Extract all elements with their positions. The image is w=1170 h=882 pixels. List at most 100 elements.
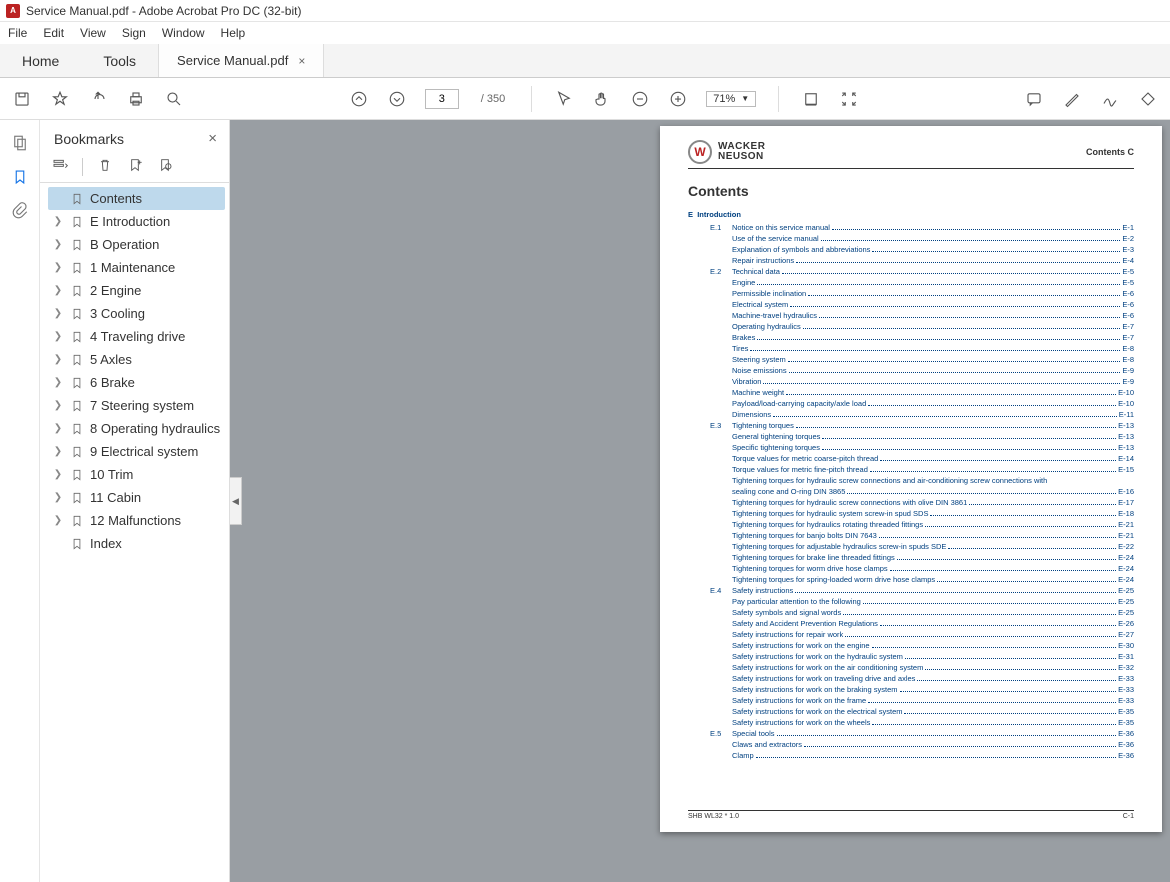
bookmark-item[interactable]: Index (48, 532, 225, 555)
sign-icon[interactable] (1100, 89, 1120, 109)
toc-row: Permissible inclinationE-6 (688, 288, 1134, 299)
bookmark-ribbon-icon (70, 238, 84, 252)
toc-row: Tightening torques for worm drive hose c… (688, 563, 1134, 574)
toc-row: E.2Technical dataE-5 (688, 266, 1134, 277)
highlight-icon[interactable] (1062, 89, 1082, 109)
bookmark-item[interactable]: ❯5 Axles (48, 348, 225, 371)
toc-row: Specific tightening torquesE-13 (688, 442, 1134, 453)
toc-row: Safety instructions for repair workE-27 (688, 629, 1134, 640)
delete-bookmark-icon[interactable] (97, 157, 113, 176)
toc-row: Noise emissionsE-9 (688, 365, 1134, 376)
page-title: Contents (688, 183, 1134, 199)
bookmark-label: 1 Maintenance (90, 260, 175, 275)
bookmark-item[interactable]: ❯6 Brake (48, 371, 225, 394)
toc-row: General tightening torquesE-13 (688, 431, 1134, 442)
share-icon[interactable] (88, 89, 108, 109)
bookmark-item[interactable]: ❯11 Cabin (48, 486, 225, 509)
bookmark-item[interactable]: ❯E Introduction (48, 210, 225, 233)
tab-document[interactable]: Service Manual.pdf × (158, 44, 324, 77)
toc-row: ClampE-36 (688, 750, 1134, 761)
options-icon[interactable] (52, 157, 68, 176)
toc-row: Use of the service manualE-2 (688, 233, 1134, 244)
toc-body: E Introduction E.1Notice on this service… (688, 209, 1134, 810)
menu-view[interactable]: View (80, 26, 106, 40)
fit-width-icon[interactable] (801, 89, 821, 109)
zoom-in-icon[interactable] (668, 89, 688, 109)
app-icon: A (6, 4, 20, 18)
bookmark-item[interactable]: ❯8 Operating hydraulics (48, 417, 225, 440)
toc-row: VibrationE-9 (688, 376, 1134, 387)
bookmark-label: Index (90, 536, 122, 551)
bookmark-item[interactable]: ❯1 Maintenance (48, 256, 225, 279)
bookmark-ribbon-icon (70, 514, 84, 528)
find-bookmark-icon[interactable] (157, 157, 173, 176)
menu-edit[interactable]: Edit (43, 26, 64, 40)
toc-row: Safety instructions for work on the fram… (688, 695, 1134, 706)
bookmark-ribbon-icon (70, 491, 84, 505)
menu-sign[interactable]: Sign (122, 26, 146, 40)
bookmark-item[interactable]: ❯3 Cooling (48, 302, 225, 325)
bookmark-item[interactable]: ❯12 Malfunctions (48, 509, 225, 532)
bookmark-item[interactable]: ❯2 Engine (48, 279, 225, 302)
more-tools-icon[interactable] (1138, 89, 1158, 109)
tab-bar: Home Tools Service Manual.pdf × (0, 44, 1170, 78)
toc-row: Torque values for metric fine-pitch thre… (688, 464, 1134, 475)
fit-page-icon[interactable] (839, 89, 859, 109)
page-up-icon[interactable] (349, 89, 369, 109)
bookmark-item[interactable]: ❯4 Traveling drive (48, 325, 225, 348)
toc-row: Safety instructions for work on the engi… (688, 640, 1134, 651)
menu-window[interactable]: Window (162, 26, 205, 40)
bookmark-label: 12 Malfunctions (90, 513, 181, 528)
close-panel-icon[interactable]: × (208, 130, 217, 147)
toc-row: Tightening torques for brake line thread… (688, 552, 1134, 563)
toc-row: Machine weightE-10 (688, 387, 1134, 398)
toc-row: E.1Notice on this service manualE-1 (688, 222, 1134, 233)
bookmark-item[interactable]: ❯7 Steering system (48, 394, 225, 417)
toc-row: Operating hydraulicsE-7 (688, 321, 1134, 332)
bookmarks-panel: Bookmarks × Contents❯E Introduction❯B Op… (40, 120, 230, 882)
hand-icon[interactable] (592, 89, 612, 109)
comment-icon[interactable] (1024, 89, 1044, 109)
bookmark-ribbon-icon (70, 330, 84, 344)
pdf-page: W WACKERNEUSON Contents C Contents E Int… (660, 126, 1162, 832)
bookmark-ribbon-icon (70, 445, 84, 459)
toc-row: Tightening torques for adjustable hydrau… (688, 541, 1134, 552)
search-icon[interactable] (164, 89, 184, 109)
bookmarks-icon[interactable] (11, 168, 29, 186)
zoom-dropdown[interactable]: 71%▼ (706, 91, 756, 107)
tab-document-label: Service Manual.pdf (177, 53, 288, 68)
bookmark-item[interactable]: ❯9 Electrical system (48, 440, 225, 463)
bookmark-label: 7 Steering system (90, 398, 194, 413)
collapse-sidebar-handle[interactable]: ◀ (230, 477, 242, 525)
menu-file[interactable]: File (8, 26, 27, 40)
toc-row: Machine-travel hydraulicsE-6 (688, 310, 1134, 321)
document-canvas[interactable]: ◀ W WACKERNEUSON Contents C Contents E I… (230, 120, 1170, 882)
bookmark-item[interactable]: Contents (48, 187, 225, 210)
save-icon[interactable] (12, 89, 32, 109)
bookmark-ribbon-icon (70, 192, 84, 206)
bookmark-label: 5 Axles (90, 352, 132, 367)
close-tab-icon[interactable]: × (298, 54, 305, 68)
bookmark-item[interactable]: ❯10 Trim (48, 463, 225, 486)
print-icon[interactable] (126, 89, 146, 109)
new-bookmark-icon[interactable] (127, 157, 143, 176)
bookmark-item[interactable]: ❯B Operation (48, 233, 225, 256)
toc-row: Tightening torques for hydraulic system … (688, 508, 1134, 519)
zoom-out-icon[interactable] (630, 89, 650, 109)
thumbnails-icon[interactable] (11, 134, 29, 152)
page-number-input[interactable] (425, 89, 459, 109)
brand-logo: W WACKERNEUSON (688, 140, 765, 164)
bookmark-ribbon-icon (70, 307, 84, 321)
toc-row: Pay particular attention to the followin… (688, 596, 1134, 607)
tab-home[interactable]: Home (0, 44, 81, 77)
page-down-icon[interactable] (387, 89, 407, 109)
tab-tools[interactable]: Tools (81, 44, 158, 77)
page-header-right: Contents C (1086, 147, 1134, 157)
attachments-icon[interactable] (11, 202, 29, 220)
pointer-icon[interactable] (554, 89, 574, 109)
footer-right: C-1 (1123, 813, 1134, 820)
bookmark-label: 10 Trim (90, 467, 133, 482)
toc-row: Tightening torques for banjo bolts DIN 7… (688, 530, 1134, 541)
menu-help[interactable]: Help (221, 26, 246, 40)
star-icon[interactable] (50, 89, 70, 109)
